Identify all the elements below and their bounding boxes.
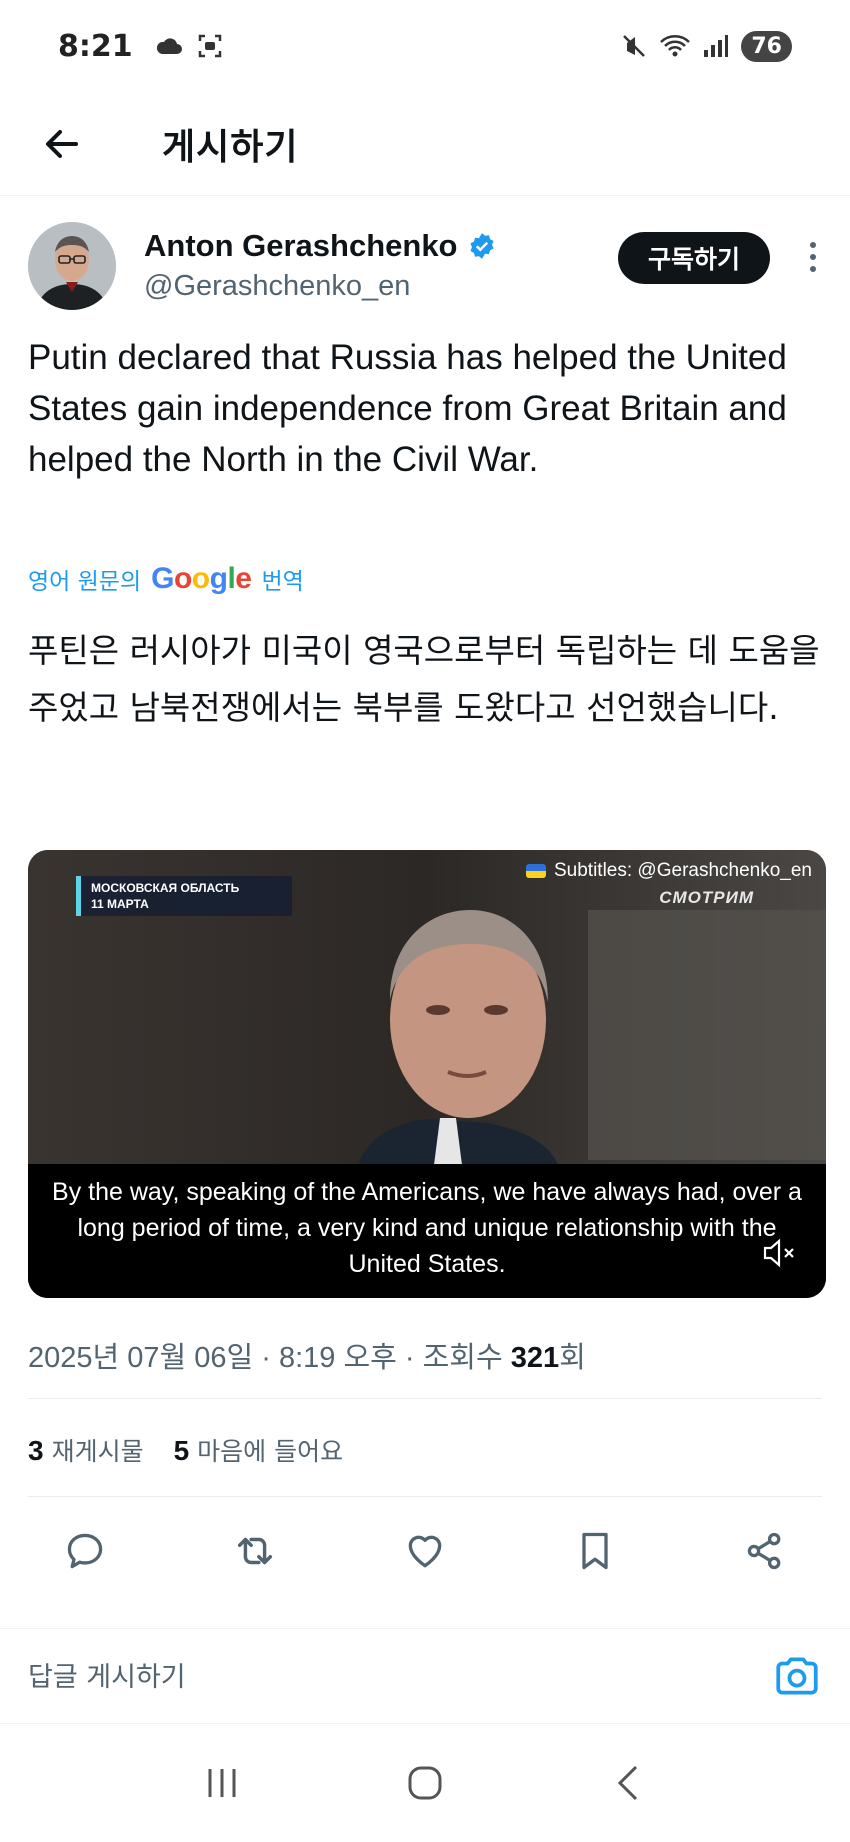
avatar[interactable] — [28, 222, 116, 310]
share-button[interactable] — [734, 1520, 796, 1582]
tweet-timestamp-views: 2025년 07월 06일 · 8:19 오후 · 조회수 321회 — [28, 1334, 586, 1376]
cloud-icon — [156, 38, 182, 54]
chevron-left-icon — [618, 1765, 638, 1801]
signal-icon — [704, 35, 729, 57]
bookmark-button[interactable] — [564, 1520, 626, 1582]
repost-icon — [237, 1537, 273, 1565]
back-nav-button[interactable] — [598, 1753, 658, 1813]
likes-count: 5 — [173, 1435, 190, 1466]
screenshot-icon — [198, 34, 221, 58]
mute-status-icon — [623, 35, 646, 57]
arrow-left-icon — [46, 129, 78, 158]
view-count: 321 — [510, 1342, 560, 1374]
camera-button[interactable] — [772, 1651, 822, 1701]
more-vertical-icon-dot — [810, 266, 816, 272]
divider — [28, 1398, 822, 1399]
translation-attribution[interactable]: 영어 원문의 Google 번역 — [28, 562, 304, 596]
status-time: 8:21 — [58, 28, 133, 64]
status-system-icons: 76 — [621, 30, 792, 62]
video-player[interactable]: МОСКОВСКАЯ ОБЛАСТЬ 11 МАРТА Subtitles: @… — [28, 850, 826, 1298]
camera-icon — [776, 1657, 818, 1695]
recent-apps-button[interactable] — [192, 1753, 252, 1813]
author-name-text[interactable]: Anton Gerashchenko — [144, 228, 458, 264]
reply-icon — [67, 1533, 103, 1569]
reply-button[interactable] — [54, 1520, 116, 1582]
reposts-count: 3 — [28, 1435, 44, 1466]
subtitle-credit-text: Subtitles: @Gerashchenko_en — [554, 860, 812, 881]
more-vertical-icon-dot — [810, 254, 816, 260]
home-icon — [408, 1766, 442, 1800]
video-date: 11 МАРТА — [91, 897, 149, 911]
reply-bar — [0, 1628, 850, 1724]
recent-apps-icon — [208, 1769, 236, 1797]
verified-badge-icon — [469, 233, 494, 259]
subscribe-button[interactable]: 구독하기 — [617, 232, 770, 284]
video-subtitle-credit: Subtitles: @Gerashchenko_en — [526, 860, 812, 882]
tweet-timestamp: 2025년 07월 06일 · 8:19 오후 · 조회수 — [28, 1342, 511, 1374]
reposts-label: 재게시물 — [51, 1437, 144, 1466]
video-location: МОСКОВСКАЯ ОБЛАСТЬ — [91, 881, 240, 895]
repost-button[interactable] — [224, 1520, 286, 1582]
video-channel-logo: СМОТРИМ — [659, 888, 754, 907]
divider — [28, 1496, 822, 1497]
translated-tweet-text: 푸틴은 러시아가 미국이 영국으로부터 독립하는 데 도움을 주었고 남북전쟁에… — [28, 631, 820, 727]
tweet-text: Putin declared that Russia has helped th… — [28, 338, 787, 479]
likes-label: 마음에 들어요 — [197, 1437, 344, 1466]
back-button[interactable] — [30, 112, 94, 176]
home-button[interactable] — [395, 1753, 455, 1813]
share-icon — [747, 1532, 781, 1570]
bookmark-icon — [582, 1532, 608, 1570]
video-caption-band: By the way, speaking of the Americans, w… — [28, 1164, 826, 1298]
like-icon — [408, 1535, 442, 1568]
avatar-image — [28, 222, 116, 310]
likes-stat[interactable]: 5 마음에 들어요 — [174, 1432, 344, 1468]
status-notification-icons — [155, 33, 223, 59]
view-unit: 회 — [559, 1342, 586, 1374]
author-name[interactable]: Anton Gerashchenko — [144, 228, 496, 264]
mute-icon — [763, 1238, 794, 1268]
reply-input[interactable] — [28, 1655, 728, 1699]
tweet-actions — [0, 1520, 850, 1582]
app-header: 게시하기 — [0, 92, 850, 196]
google-logo: Google — [151, 562, 252, 595]
author-handle[interactable]: @Gerashchenko_en — [144, 270, 410, 303]
mute-button[interactable] — [762, 1238, 796, 1268]
video-location-tag: МОСКОВСКАЯ ОБЛАСТЬ 11 МАРТА — [76, 876, 292, 916]
reposts-stat[interactable]: 3 재게시물 — [28, 1432, 144, 1468]
more-options-button[interactable] — [798, 234, 828, 280]
more-vertical-icon-dot — [810, 242, 816, 248]
like-button[interactable] — [394, 1520, 456, 1582]
page-title: 게시하기 — [162, 126, 299, 168]
battery-level: 76 — [741, 30, 792, 62]
translate-prefix: 영어 원문의 — [28, 569, 142, 595]
engagement-stats: 3 재게시물 5 마음에 들어요 — [28, 1432, 343, 1468]
tweet-author: Anton Gerashchenko @Gerashchenko_en 구독하기 — [28, 222, 828, 314]
wifi-icon — [660, 35, 691, 57]
ukraine-flag-icon — [526, 864, 546, 878]
status-bar: 8:21 76 — [0, 0, 850, 92]
system-navigation-bar — [0, 1724, 850, 1842]
video-caption: By the way, speaking of the Americans, w… — [52, 1178, 802, 1278]
translate-suffix: 번역 — [261, 569, 304, 595]
